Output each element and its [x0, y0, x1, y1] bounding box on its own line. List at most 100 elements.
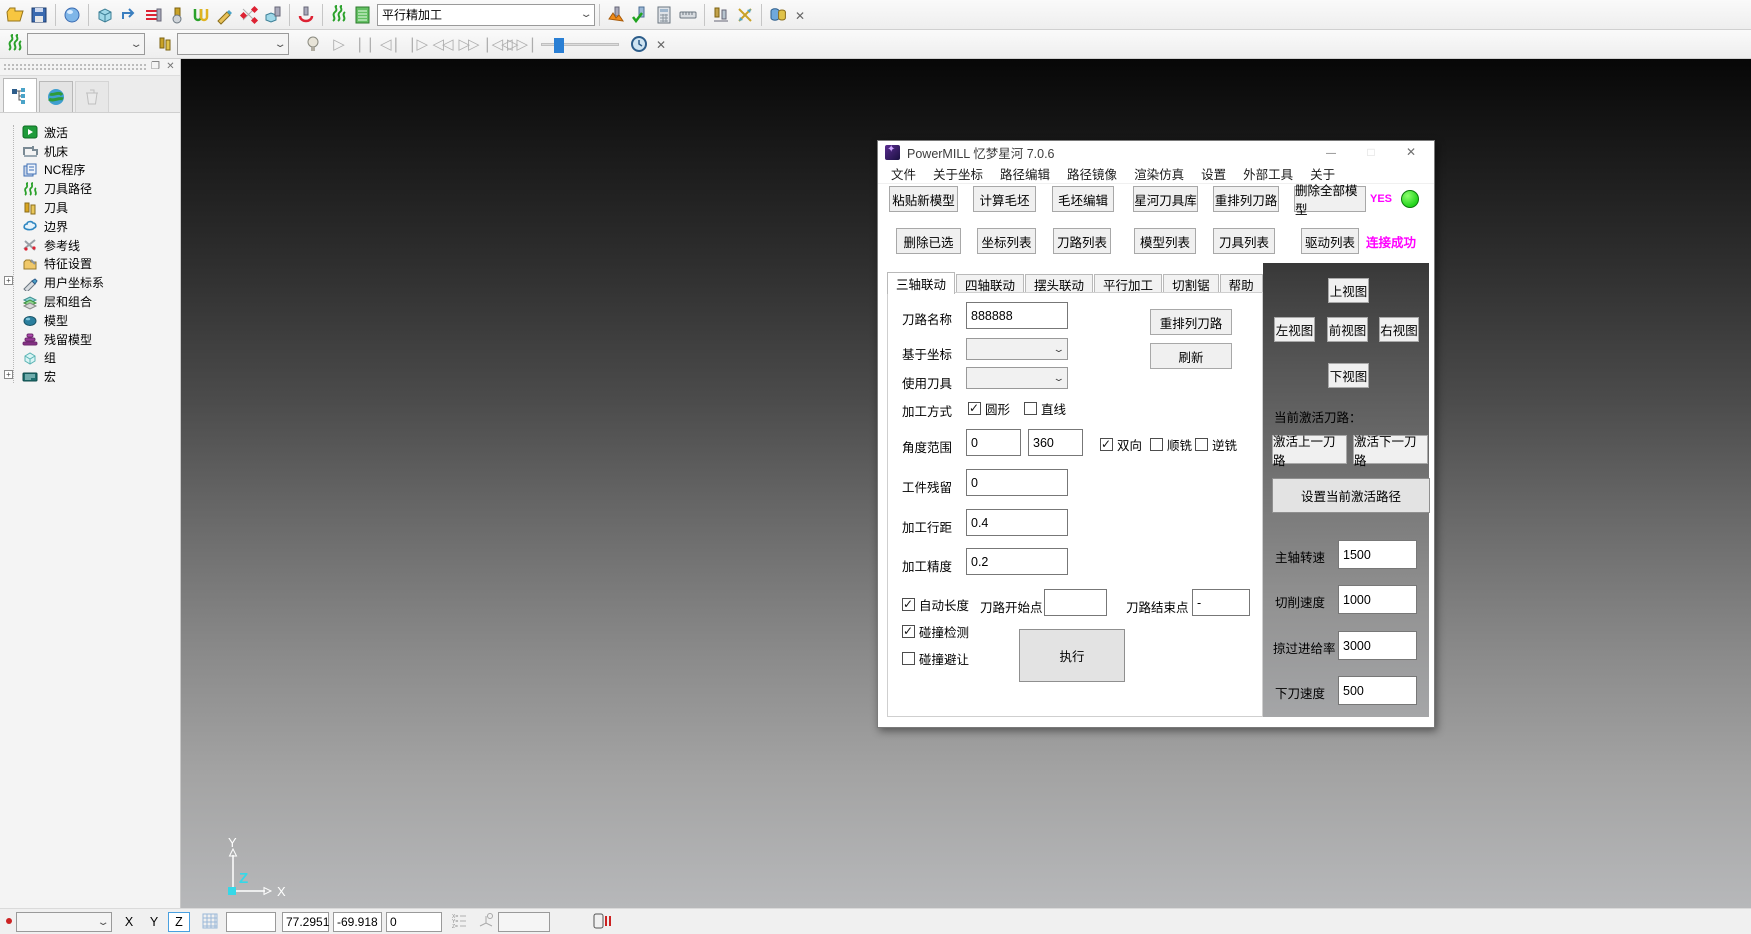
tree-item-nc-program[interactable]: NC程序	[0, 161, 180, 180]
stepover-input[interactable]	[966, 509, 1068, 536]
tree-item-boundaries[interactable]: 边界	[0, 217, 180, 236]
rearrange-button[interactable]: 重排列刀路	[1150, 309, 1232, 335]
axis-x-button[interactable]: X	[118, 912, 140, 932]
execute-button[interactable]: 执行	[1019, 629, 1125, 682]
tab-globe[interactable]	[39, 81, 73, 112]
fast-forward-button[interactable]: ▷▷	[455, 35, 481, 53]
menu-coords[interactable]: 关于坐标	[933, 164, 983, 183]
activate-next-toolpath-button[interactable]: 激活下一刀路	[1353, 435, 1428, 464]
expand-icon[interactable]: +	[4, 276, 13, 285]
simulation-speed-slider[interactable]	[541, 43, 619, 46]
coord-list-button[interactable]: 坐标列表	[977, 228, 1036, 254]
menu-file[interactable]: 文件	[891, 164, 916, 183]
tab-help[interactable]: 帮助	[1220, 274, 1263, 294]
stock-allowance-input[interactable]	[966, 469, 1068, 496]
transform-icon[interactable]	[733, 3, 757, 27]
calculator-icon[interactable]	[652, 3, 676, 27]
skim-feed-input[interactable]	[1338, 631, 1417, 660]
coord-x-field[interactable]: 77.2951	[282, 912, 329, 932]
use-tool-dropdown[interactable]: ⌄	[966, 367, 1068, 389]
tree-item-stock-models[interactable]: 残留模型	[0, 330, 180, 349]
climb-mill-checkbox[interactable]: 顺铣	[1150, 435, 1192, 454]
rewind-button[interactable]: ◁◁	[429, 35, 455, 53]
toolpath-arrow-icon[interactable]	[117, 3, 141, 27]
drive-list-button[interactable]: 驱动列表	[1301, 228, 1359, 254]
menu-render-sim[interactable]: 渲染仿真	[1134, 164, 1184, 183]
points-pattern-icon[interactable]	[237, 3, 261, 27]
simulation-toolpath-dropdown[interactable]: ⌄	[27, 33, 145, 55]
draw-toolpath-icon[interactable]	[213, 3, 237, 27]
coord-z-field[interactable]: 0	[386, 912, 442, 932]
tab-4axis[interactable]: 四轴联动	[956, 274, 1024, 294]
step-forward-button[interactable]: ❘▷	[403, 35, 429, 53]
tree-item-patterns[interactable]: 参考线	[0, 236, 180, 255]
go-to-end-button[interactable]: ▷▷❘	[507, 35, 533, 53]
probe-axis-icon[interactable]	[476, 912, 494, 932]
cutting-speed-input[interactable]	[1338, 585, 1417, 614]
conventional-mill-checkbox[interactable]: 逆铣	[1195, 435, 1237, 454]
tool-list-button[interactable]: 刀具列表	[1213, 228, 1275, 254]
tree-item-activate[interactable]: 激活	[0, 123, 180, 142]
toolbar-close-icon[interactable]: ✕	[790, 5, 810, 25]
toolbar-close-icon[interactable]: ✕	[651, 34, 671, 54]
base-coord-dropdown[interactable]: ⌄	[966, 338, 1068, 360]
grid-icon[interactable]	[198, 912, 222, 932]
measure-field[interactable]	[498, 912, 550, 932]
save-project-icon[interactable]	[27, 3, 51, 27]
float-panel-icon[interactable]: ❐	[149, 61, 162, 74]
maximize-icon[interactable]	[1356, 143, 1386, 162]
coord-y-field[interactable]: -69.918	[333, 912, 382, 932]
view-right-button[interactable]: 右视图	[1379, 317, 1419, 342]
axis-z-button[interactable]: Z	[168, 912, 190, 932]
angle-start-input[interactable]	[966, 429, 1021, 456]
delete-all-models-button[interactable]: 删除全部模型	[1294, 186, 1366, 212]
xyz-list-icon[interactable]: X=Y=Z=	[452, 912, 468, 932]
collision-avoid-checkbox[interactable]: 碰撞避让	[902, 649, 969, 668]
light-bulb-icon[interactable]	[301, 32, 325, 56]
expand-icon[interactable]: +	[4, 370, 13, 379]
tool-pair-icon[interactable]	[709, 3, 733, 27]
view-top-button[interactable]: 上视图	[1328, 278, 1369, 303]
open-project-icon[interactable]	[3, 3, 27, 27]
tree-item-toolpaths[interactable]: 刀具路径	[0, 179, 180, 198]
tree-item-tools[interactable]: 刀具	[0, 198, 180, 217]
sphere-icon[interactable]	[60, 3, 84, 27]
spindle-speed-input[interactable]	[1338, 540, 1417, 569]
tool-check-icon[interactable]	[628, 3, 652, 27]
tree-item-machine[interactable]: 机床	[0, 142, 180, 161]
ball-tool-icon[interactable]	[165, 3, 189, 27]
toolpath-list-button[interactable]: 刀路列表	[1053, 228, 1111, 254]
tab-saw[interactable]: 切割锯	[1163, 274, 1219, 294]
tree-item-feature-sets[interactable]: 特征设置	[0, 255, 180, 274]
panel-header[interactable]: ❐ ✕	[0, 59, 180, 76]
path-start-input[interactable]	[1044, 589, 1107, 616]
tree-item-groups[interactable]: 组	[0, 349, 180, 368]
go-to-start-button[interactable]: ❘◁◁	[481, 35, 507, 53]
line-checkbox[interactable]: 直线	[1024, 399, 1066, 418]
delete-selected-button[interactable]: 删除已选	[896, 228, 961, 254]
measure-icon[interactable]	[676, 3, 700, 27]
view-front-button[interactable]: 前视图	[1327, 317, 1368, 342]
tree-item-models[interactable]: 模型	[0, 311, 180, 330]
block-icon[interactable]	[93, 3, 117, 27]
tree-item-workplanes[interactable]: + 用户坐标系	[0, 273, 180, 292]
view-left-button[interactable]: 左视图	[1274, 317, 1315, 342]
close-panel-icon[interactable]: ✕	[164, 61, 177, 74]
axis-y-button[interactable]: Y	[143, 912, 165, 932]
activate-prev-toolpath-button[interactable]: 激活上一刀路	[1272, 435, 1347, 464]
path-end-input[interactable]	[1192, 589, 1250, 616]
database-pair-icon[interactable]	[766, 3, 790, 27]
workplane-dropdown[interactable]: ⌄	[16, 912, 112, 932]
tab-recycle-bin[interactable]	[75, 81, 109, 112]
minimize-icon[interactable]	[1316, 143, 1346, 162]
simulation-tool-dropdown[interactable]: ⌄	[177, 33, 289, 55]
dialog-titlebar[interactable]: PowerMILL 忆梦星河 7.0.6	[878, 141, 1434, 164]
u-channel-icon[interactable]	[189, 3, 213, 27]
pause-button[interactable]: ❘❘	[351, 35, 377, 53]
rearrange-toolpaths-button[interactable]: 重排列刀路	[1213, 186, 1279, 212]
menu-settings[interactable]: 设置	[1201, 164, 1226, 183]
angle-end-input[interactable]	[1028, 429, 1083, 456]
tool-block-icon[interactable]	[261, 3, 285, 27]
menu-path-mirror[interactable]: 路径镜像	[1067, 164, 1117, 183]
tree-item-macros[interactable]: + 宏	[0, 367, 180, 386]
